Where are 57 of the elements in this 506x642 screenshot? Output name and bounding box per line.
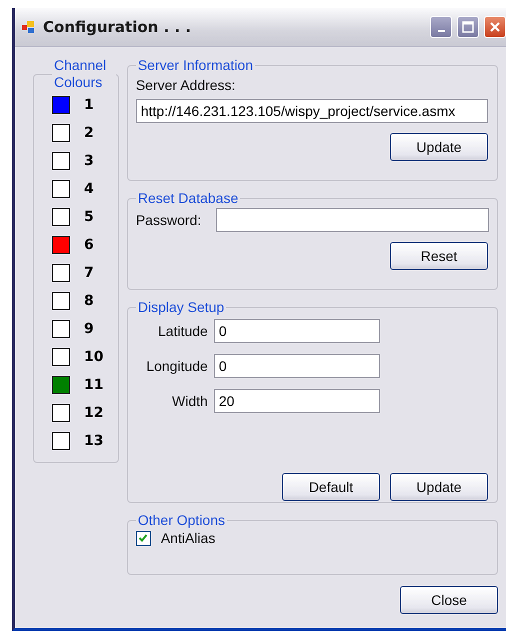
text-field[interactable]: 0 bbox=[214, 354, 380, 378]
checkbox-label: AntiAlias bbox=[160, 530, 216, 546]
app-icon bbox=[21, 19, 37, 35]
group-title: Other Options bbox=[136, 512, 226, 528]
channel-number: 1 bbox=[84, 97, 94, 113]
close-dialog-button[interactable]: Close bbox=[400, 586, 498, 614]
field-label: Server Address: bbox=[136, 77, 236, 93]
close-icon bbox=[489, 21, 501, 33]
maximize-icon bbox=[462, 21, 474, 33]
password-field[interactable] bbox=[216, 208, 489, 232]
channel-number: 6 bbox=[84, 237, 94, 253]
colour-swatch[interactable] bbox=[52, 264, 70, 282]
checkbox[interactable] bbox=[136, 530, 151, 546]
text-field[interactable]: 0 bbox=[214, 319, 380, 343]
colour-swatch[interactable] bbox=[52, 292, 70, 310]
colour-swatch[interactable] bbox=[52, 320, 70, 338]
field-label: Password: bbox=[136, 212, 202, 228]
channel-number: 9 bbox=[84, 321, 94, 337]
window-title: Configuration . . . bbox=[43, 18, 192, 36]
field-label: Latitude bbox=[157, 323, 208, 339]
colour-swatch[interactable] bbox=[52, 404, 70, 422]
colour-swatch[interactable] bbox=[52, 376, 70, 394]
channel-number: 4 bbox=[84, 181, 94, 197]
group-title: Display Setup bbox=[136, 299, 226, 315]
channel-number: 5 bbox=[84, 209, 94, 225]
channel-number: 2 bbox=[84, 125, 94, 141]
colour-swatch[interactable] bbox=[52, 124, 70, 142]
colour-swatch[interactable] bbox=[52, 208, 70, 226]
close-button[interactable] bbox=[484, 16, 506, 38]
colour-swatch[interactable] bbox=[52, 152, 70, 170]
channel-number: 7 bbox=[84, 265, 94, 281]
colour-swatch[interactable] bbox=[52, 180, 70, 198]
colour-swatch[interactable] bbox=[52, 96, 70, 114]
field-label: Longitude bbox=[145, 358, 208, 374]
check-icon bbox=[138, 533, 148, 543]
colour-swatch[interactable] bbox=[52, 236, 70, 254]
minimize-button[interactable] bbox=[430, 16, 452, 38]
field-label: Width bbox=[171, 393, 208, 409]
text-field[interactable]: 20 bbox=[214, 389, 380, 413]
push-button[interactable]: Update bbox=[390, 473, 488, 501]
group-title: Reset Database bbox=[136, 190, 240, 206]
colour-swatch[interactable] bbox=[52, 348, 70, 366]
group-title: Channel Colours bbox=[53, 57, 108, 91]
channel-number: 8 bbox=[84, 293, 94, 309]
reset-button[interactable]: Reset bbox=[390, 242, 488, 270]
channel-number: 12 bbox=[84, 405, 104, 421]
channel-number: 13 bbox=[84, 433, 104, 449]
channel-number: 11 bbox=[84, 377, 104, 393]
push-button[interactable]: Default bbox=[282, 473, 380, 501]
channel-number: 10 bbox=[84, 349, 104, 365]
colour-swatch[interactable] bbox=[52, 432, 70, 450]
channel-number: 3 bbox=[84, 153, 94, 169]
group-title: Server Information bbox=[136, 57, 254, 73]
maximize-button[interactable] bbox=[457, 16, 479, 38]
server-address-field[interactable]: http://146.231.123.105/wispy_project/service.asmx bbox=[136, 99, 488, 123]
update-button[interactable]: Update bbox=[390, 133, 488, 161]
minimize-icon bbox=[438, 30, 444, 32]
